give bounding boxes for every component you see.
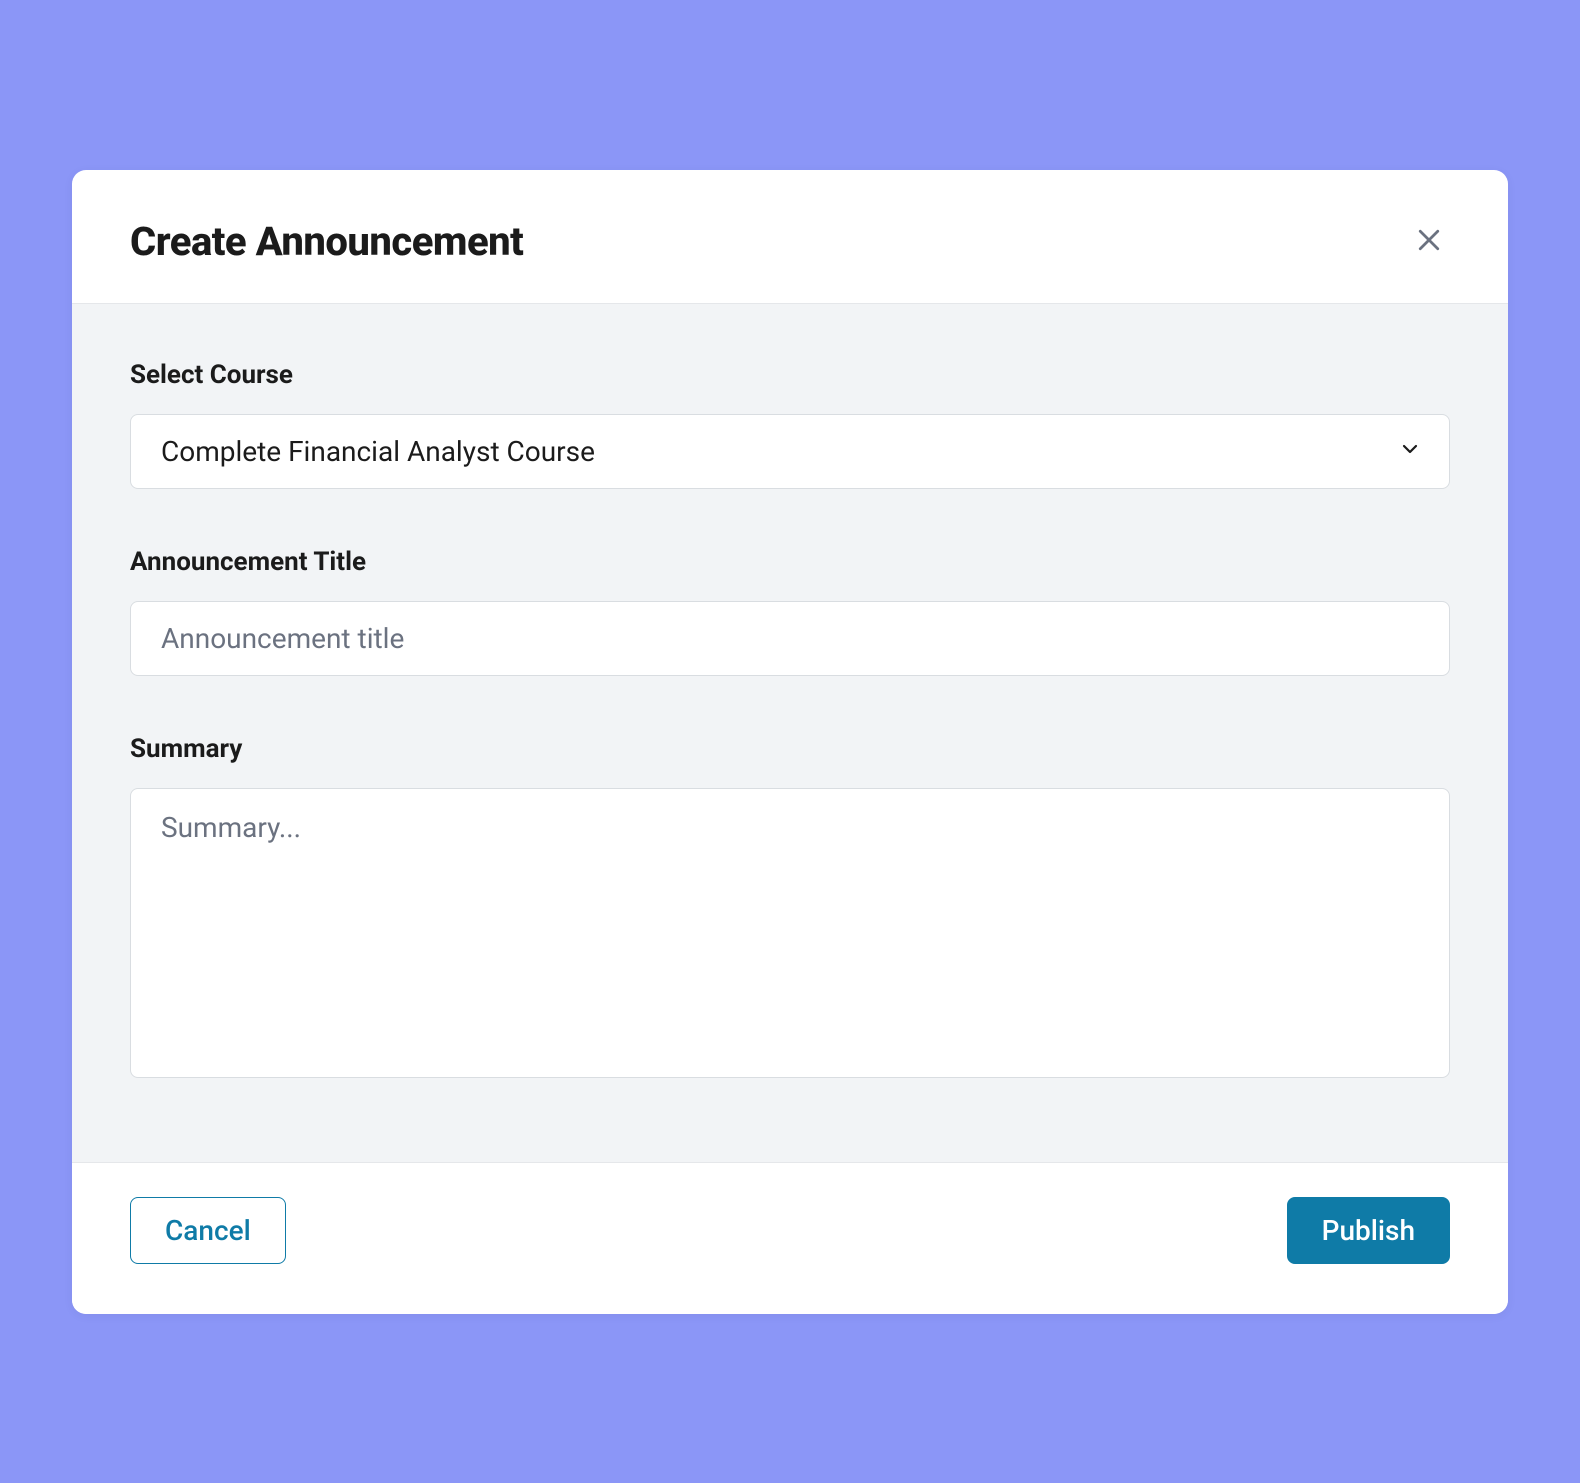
course-select-wrapper: Complete Financial Analyst Course <box>130 414 1450 489</box>
close-icon <box>1414 225 1444 258</box>
summary-label: Summary <box>130 734 1450 764</box>
modal-header: Create Announcement <box>72 170 1508 304</box>
course-field-group: Select Course Complete Financial Analyst… <box>130 360 1450 489</box>
publish-button[interactable]: Publish <box>1287 1197 1450 1264</box>
announcement-title-input[interactable] <box>130 601 1450 676</box>
title-field-group: Announcement Title <box>130 547 1450 676</box>
modal-footer: Cancel Publish <box>72 1162 1508 1314</box>
close-button[interactable] <box>1408 219 1450 264</box>
title-label: Announcement Title <box>130 547 1450 577</box>
course-select[interactable]: Complete Financial Analyst Course <box>130 414 1450 489</box>
summary-textarea[interactable] <box>130 788 1450 1078</box>
course-label: Select Course <box>130 360 1450 390</box>
modal-body: Select Course Complete Financial Analyst… <box>72 304 1508 1162</box>
create-announcement-modal: Create Announcement Select Course Comple… <box>72 170 1508 1314</box>
cancel-button[interactable]: Cancel <box>130 1197 286 1264</box>
summary-field-group: Summary <box>130 734 1450 1082</box>
modal-title: Create Announcement <box>130 218 523 265</box>
